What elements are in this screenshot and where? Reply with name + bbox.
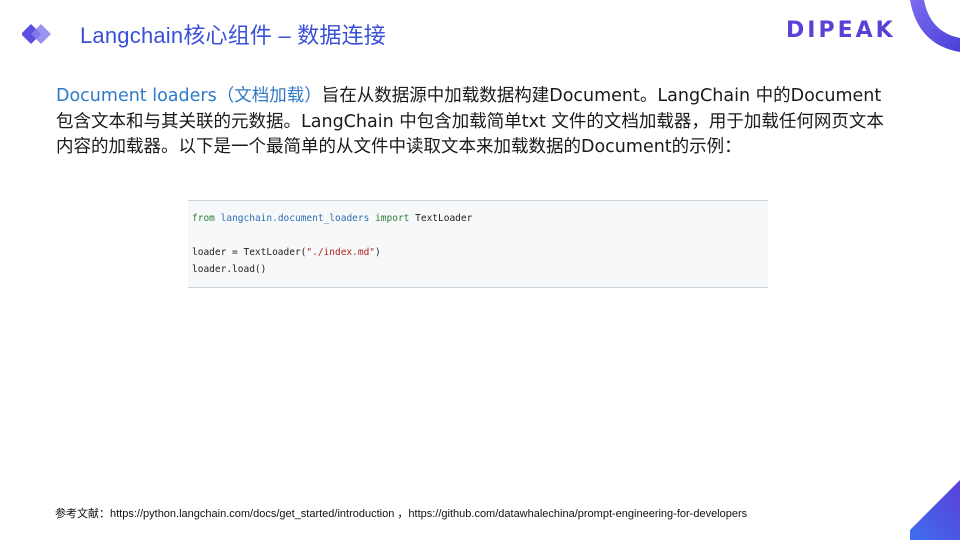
corner-decoration-top	[910, 0, 960, 52]
intro-paragraph: Document loaders（文档加载）旨在从数据源中加载数据构建Docum…	[56, 84, 896, 161]
code-loader-suffix: )	[375, 247, 381, 258]
code-class-name: TextLoader	[415, 213, 473, 224]
code-line-import: from langchain.document_loaders import T…	[192, 213, 472, 224]
page-title: Langchain核心组件 – 数据连接	[80, 23, 386, 48]
code-keyword-import: import	[375, 213, 410, 224]
corner-decoration-bottom	[910, 480, 960, 540]
code-line-loader: loader = TextLoader("./index.md")	[192, 247, 381, 258]
code-block: from langchain.document_loaders import T…	[188, 200, 768, 288]
brand-logo: DIPEAK	[786, 18, 896, 43]
code-line-load: loader.load()	[192, 264, 267, 275]
document-loaders-term: Document loaders（文档加载）	[56, 86, 322, 106]
logo-diamond-icon	[22, 24, 51, 44]
code-keyword-from: from	[192, 213, 215, 224]
code-module-name: langchain.document_loaders	[220, 213, 370, 224]
references-footer: 参考文献：https://python.langchain.com/docs/g…	[55, 508, 748, 520]
code-loader-prefix: loader = TextLoader(	[192, 247, 307, 258]
code-string-path: "./index.md"	[306, 247, 376, 258]
